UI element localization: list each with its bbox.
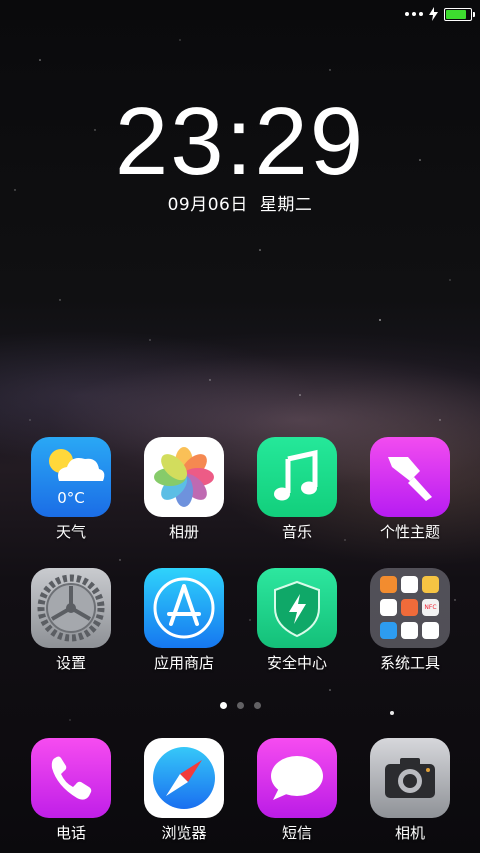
status-bar [405, 4, 475, 24]
mini-app-icon [401, 576, 418, 593]
app-theme[interactable]: 个性主题 [360, 437, 460, 541]
battery-level-fill [446, 9, 467, 19]
gear-icon [31, 568, 111, 648]
lockscreen-clock: 23:29 [115, 96, 365, 186]
clock-time: 23:29 [115, 96, 365, 186]
weather-icon: 0°C [31, 437, 111, 517]
music-note-icon [257, 437, 337, 517]
mini-app-icon [401, 599, 418, 616]
app-store-icon [144, 568, 224, 648]
page-dot-active[interactable] [219, 702, 227, 709]
app-system-tools-folder[interactable]: NFC 系统工具 [360, 568, 460, 672]
paintbrush-icon [370, 437, 450, 517]
app-photos[interactable]: 相册 [134, 437, 234, 541]
signal-dots-icon [405, 12, 423, 16]
phone-icon [31, 738, 111, 818]
mini-app-icon [380, 599, 397, 616]
lockscreen-date: 09月06日 星期二 [0, 190, 480, 215]
app-security[interactable]: 安全中心 [247, 568, 347, 672]
app-label: 浏览器 [161, 824, 207, 842]
app-settings[interactable]: 设置 [21, 568, 121, 672]
nfc-icon: NFC [422, 599, 439, 616]
mini-app-icon [422, 622, 439, 639]
app-label: 音乐 [281, 523, 312, 541]
app-label: 个性主题 [379, 523, 440, 541]
camera-icon [370, 738, 450, 818]
app-label: 系统工具 [379, 654, 440, 672]
mini-app-icon [380, 576, 397, 593]
app-store[interactable]: 应用商店 [134, 568, 234, 672]
app-label: 电话 [55, 824, 86, 842]
mini-app-icon [401, 622, 418, 639]
lightning-icon [429, 7, 438, 21]
compass-icon [144, 738, 224, 818]
dock-messages[interactable]: 短信 [247, 738, 347, 842]
app-label: 安全中心 [266, 654, 327, 672]
app-label: 相册 [168, 523, 199, 541]
app-label: 短信 [281, 824, 312, 842]
weekday-text: 星期二 [259, 195, 313, 215]
app-label: 设置 [55, 654, 86, 672]
page-dot[interactable] [236, 702, 244, 709]
mini-app-icon [380, 622, 397, 639]
battery-icon [444, 7, 475, 21]
mini-app-icon [422, 576, 439, 593]
weather-temperature: 0°C [57, 489, 85, 507]
dock-browser[interactable]: 浏览器 [134, 738, 234, 842]
app-weather[interactable]: 0°C 天气 [21, 437, 121, 541]
app-label: 天气 [55, 523, 86, 541]
dock-phone[interactable]: 电话 [21, 738, 121, 842]
folder-icon: NFC [370, 568, 450, 648]
app-music[interactable]: 音乐 [247, 437, 347, 541]
message-bubble-icon [257, 738, 337, 818]
page-indicator [0, 702, 480, 709]
app-label: 相机 [394, 824, 425, 842]
app-label: 应用商店 [153, 654, 214, 672]
photos-icon [144, 437, 224, 517]
dock-camera[interactable]: 相机 [360, 738, 460, 842]
shield-icon [257, 568, 337, 648]
page-dot[interactable] [253, 702, 261, 709]
date-text: 09月06日 [167, 195, 248, 215]
